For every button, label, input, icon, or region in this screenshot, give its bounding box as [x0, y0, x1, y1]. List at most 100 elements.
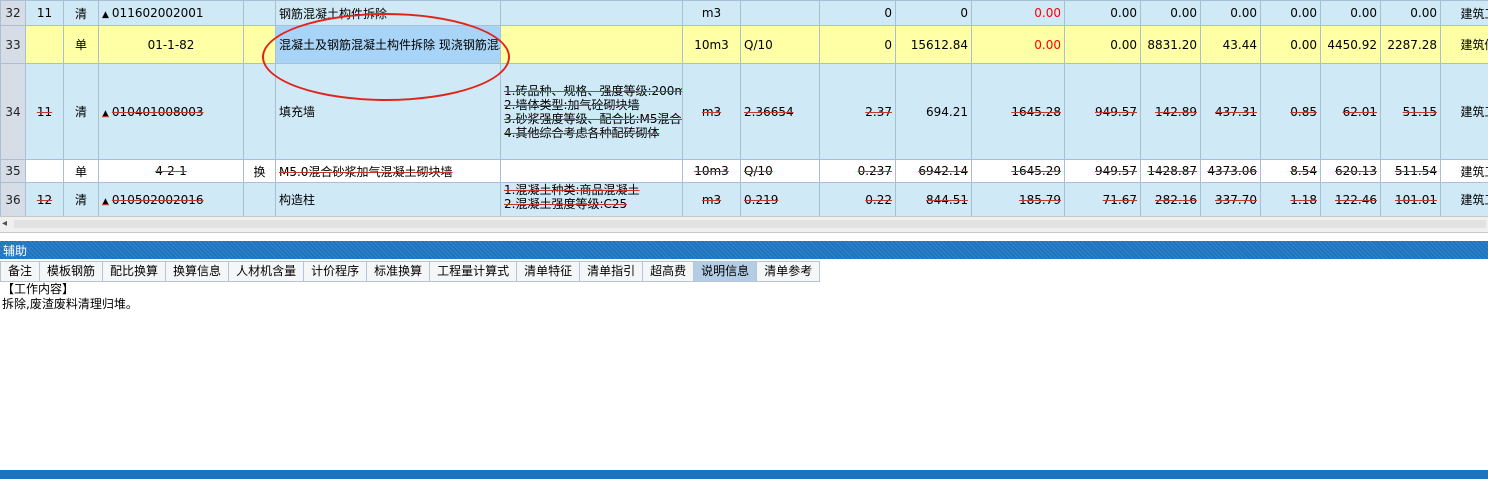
feature-cell[interactable]: 1.混凝土种类:商品混凝土 2.混凝土强度等级:C25	[500, 182, 683, 216]
profession-cell[interactable]: 建筑工程	[1440, 63, 1488, 160]
total-cell[interactable]: 1645.28	[971, 63, 1065, 160]
seq-cell[interactable]	[25, 25, 64, 64]
scroll-track[interactable]	[14, 220, 1486, 228]
tab-bill-features[interactable]: 清单特征	[517, 261, 581, 282]
code-cell[interactable]: 4-2-1	[98, 159, 244, 183]
cost-cell[interactable]: 949.57	[1064, 159, 1141, 183]
cost-cell[interactable]: 0.00	[1200, 0, 1261, 26]
unit-cell[interactable]: m3	[682, 0, 741, 26]
cost-cell[interactable]: 511.54	[1380, 159, 1441, 183]
quantity-cell[interactable]: 0	[819, 0, 896, 26]
category-cell[interactable]: 清	[63, 63, 99, 160]
quantity-cell[interactable]: 0.22	[819, 182, 896, 216]
tab-height-surcharge[interactable]: 超高费	[643, 261, 695, 282]
unit-price-cell[interactable]: 6942.14	[895, 159, 972, 183]
cost-cell[interactable]: 0.00	[1260, 0, 1321, 26]
cost-cell[interactable]: 0.00	[1064, 0, 1141, 26]
replace-cell[interactable]: 换	[243, 159, 276, 183]
name-cell[interactable]: 填充墙	[275, 63, 501, 160]
tab-pricing-procedure[interactable]: 计价程序	[304, 261, 368, 282]
expand-triangle-icon[interactable]: ▲	[102, 10, 109, 20]
tab-resource-content[interactable]: 人材机含量	[229, 261, 305, 282]
replace-cell[interactable]	[243, 0, 276, 26]
cost-cell[interactable]: 0.00	[1064, 25, 1141, 64]
replace-cell[interactable]	[243, 25, 276, 64]
table-row[interactable]: 34 11 清 ▲ 010401008003 填充墙 1.砖品种、规格、强度等级:…	[0, 63, 1488, 160]
profession-cell[interactable]: 建筑工程	[1440, 159, 1488, 183]
tab-description[interactable]: 说明信息	[694, 261, 758, 282]
table-row[interactable]: 35 单 4-2-1 换 M5.0混合砂浆加气混凝土砌块墙 10m3 Q/10 …	[0, 159, 1488, 183]
unit-cell[interactable]: 10m3	[682, 25, 741, 64]
tab-bill-guide[interactable]: 清单指引	[580, 261, 644, 282]
cost-cell[interactable]: 0.00	[1380, 0, 1441, 26]
profession-cell[interactable]: 建筑修缮	[1440, 25, 1488, 64]
table-row[interactable]: 33 单 01-1-82 混凝土及钢筋混凝土构件拆除 现浇钢筋混凝土 柱 10m…	[0, 25, 1488, 64]
cost-cell[interactable]: 8831.20	[1140, 25, 1201, 64]
scroll-left-arrow-icon[interactable]: ◂	[2, 218, 7, 229]
cost-cell[interactable]: 43.44	[1200, 25, 1261, 64]
expand-triangle-icon[interactable]: ▲	[102, 197, 109, 207]
horizontal-scrollbar[interactable]: ◂	[0, 216, 1488, 233]
cost-cell[interactable]: 437.31	[1200, 63, 1261, 160]
total-cell[interactable]: 0.00	[971, 25, 1065, 64]
cost-cell[interactable]: 122.46	[1320, 182, 1381, 216]
expression-cell[interactable]	[740, 0, 820, 26]
cost-cell[interactable]: 51.15	[1380, 63, 1441, 160]
feature-cell[interactable]	[500, 25, 683, 64]
expression-cell[interactable]: 0.219	[740, 182, 820, 216]
cost-cell[interactable]: 4450.92	[1320, 25, 1381, 64]
tab-remarks[interactable]: 备注	[0, 261, 41, 282]
feature-cell[interactable]: 1.砖品种、规格、强度等级:200mm 2.墙体类型:加气砼砌块墙 3.砂浆强度…	[500, 63, 683, 160]
tab-mix-conversion[interactable]: 配比换算	[103, 261, 167, 282]
cost-cell[interactable]: 0.85	[1260, 63, 1321, 160]
expression-cell[interactable]: Q/10	[740, 159, 820, 183]
category-cell[interactable]: 清	[63, 0, 99, 26]
quantity-cell[interactable]: 0.237	[819, 159, 896, 183]
unit-price-cell[interactable]: 15612.84	[895, 25, 972, 64]
cost-cell[interactable]: 8.54	[1260, 159, 1321, 183]
unit-price-cell[interactable]: 0	[895, 0, 972, 26]
tab-formwork-rebar[interactable]: 模板钢筋	[40, 261, 104, 282]
profession-cell[interactable]: 建筑工程	[1440, 0, 1488, 26]
category-cell[interactable]: 清	[63, 182, 99, 216]
tab-bill-reference[interactable]: 清单参考	[757, 261, 821, 282]
name-cell[interactable]: M5.0混合砂浆加气混凝土砌块墙	[275, 159, 501, 183]
name-cell-selected[interactable]: 混凝土及钢筋混凝土构件拆除 现浇钢筋混凝土 柱	[275, 25, 501, 64]
profession-cell[interactable]: 建筑工程	[1440, 182, 1488, 216]
cost-cell[interactable]: 4373.06	[1200, 159, 1261, 183]
code-cell[interactable]: 01-1-82	[98, 25, 244, 64]
seq-cell[interactable]: 11	[25, 0, 64, 26]
cost-cell[interactable]: 282.16	[1140, 182, 1201, 216]
cost-cell[interactable]: 1.18	[1260, 182, 1321, 216]
name-cell[interactable]: 钢筋混凝土构件拆除	[275, 0, 501, 26]
unit-cell[interactable]: 10m3	[682, 159, 741, 183]
code-cell[interactable]: ▲ 010502002016	[98, 182, 244, 216]
cost-cell[interactable]: 0.00	[1140, 0, 1201, 26]
feature-cell[interactable]	[500, 0, 683, 26]
name-cell[interactable]: 构造柱	[275, 182, 501, 216]
table-row[interactable]: 36 12 清 ▲ 010502002016 构造柱 1.混凝土种类:商品混凝土 …	[0, 182, 1488, 216]
code-cell[interactable]: ▲ 010401008003	[98, 63, 244, 160]
seq-cell[interactable]: 11	[25, 63, 64, 160]
unit-cell[interactable]: m3	[682, 182, 741, 216]
expression-cell[interactable]: 2.36654	[740, 63, 820, 160]
quantity-cell[interactable]: 0	[819, 25, 896, 64]
replace-cell[interactable]	[243, 63, 276, 160]
category-cell[interactable]: 单	[63, 159, 99, 183]
unit-price-cell[interactable]: 694.21	[895, 63, 972, 160]
table-row[interactable]: 32 11 清 ▲ 011602002001 钢筋混凝土构件拆除 m3 0 0 0…	[0, 0, 1488, 26]
expand-triangle-icon[interactable]: ▲	[102, 109, 109, 119]
cost-cell[interactable]: 0.00	[1260, 25, 1321, 64]
cost-cell[interactable]: 1428.87	[1140, 159, 1201, 183]
category-cell[interactable]: 单	[63, 25, 99, 64]
code-cell[interactable]: ▲ 011602002001	[98, 0, 244, 26]
seq-cell[interactable]	[25, 159, 64, 183]
total-cell[interactable]: 185.79	[971, 182, 1065, 216]
cost-cell[interactable]: 101.01	[1380, 182, 1441, 216]
cost-cell[interactable]: 0.00	[1320, 0, 1381, 26]
quantity-cell[interactable]: 2.37	[819, 63, 896, 160]
total-cell[interactable]: 1645.29	[971, 159, 1065, 183]
unit-cell[interactable]: m3	[682, 63, 741, 160]
total-cell[interactable]: 0.00	[971, 0, 1065, 26]
replace-cell[interactable]	[243, 182, 276, 216]
